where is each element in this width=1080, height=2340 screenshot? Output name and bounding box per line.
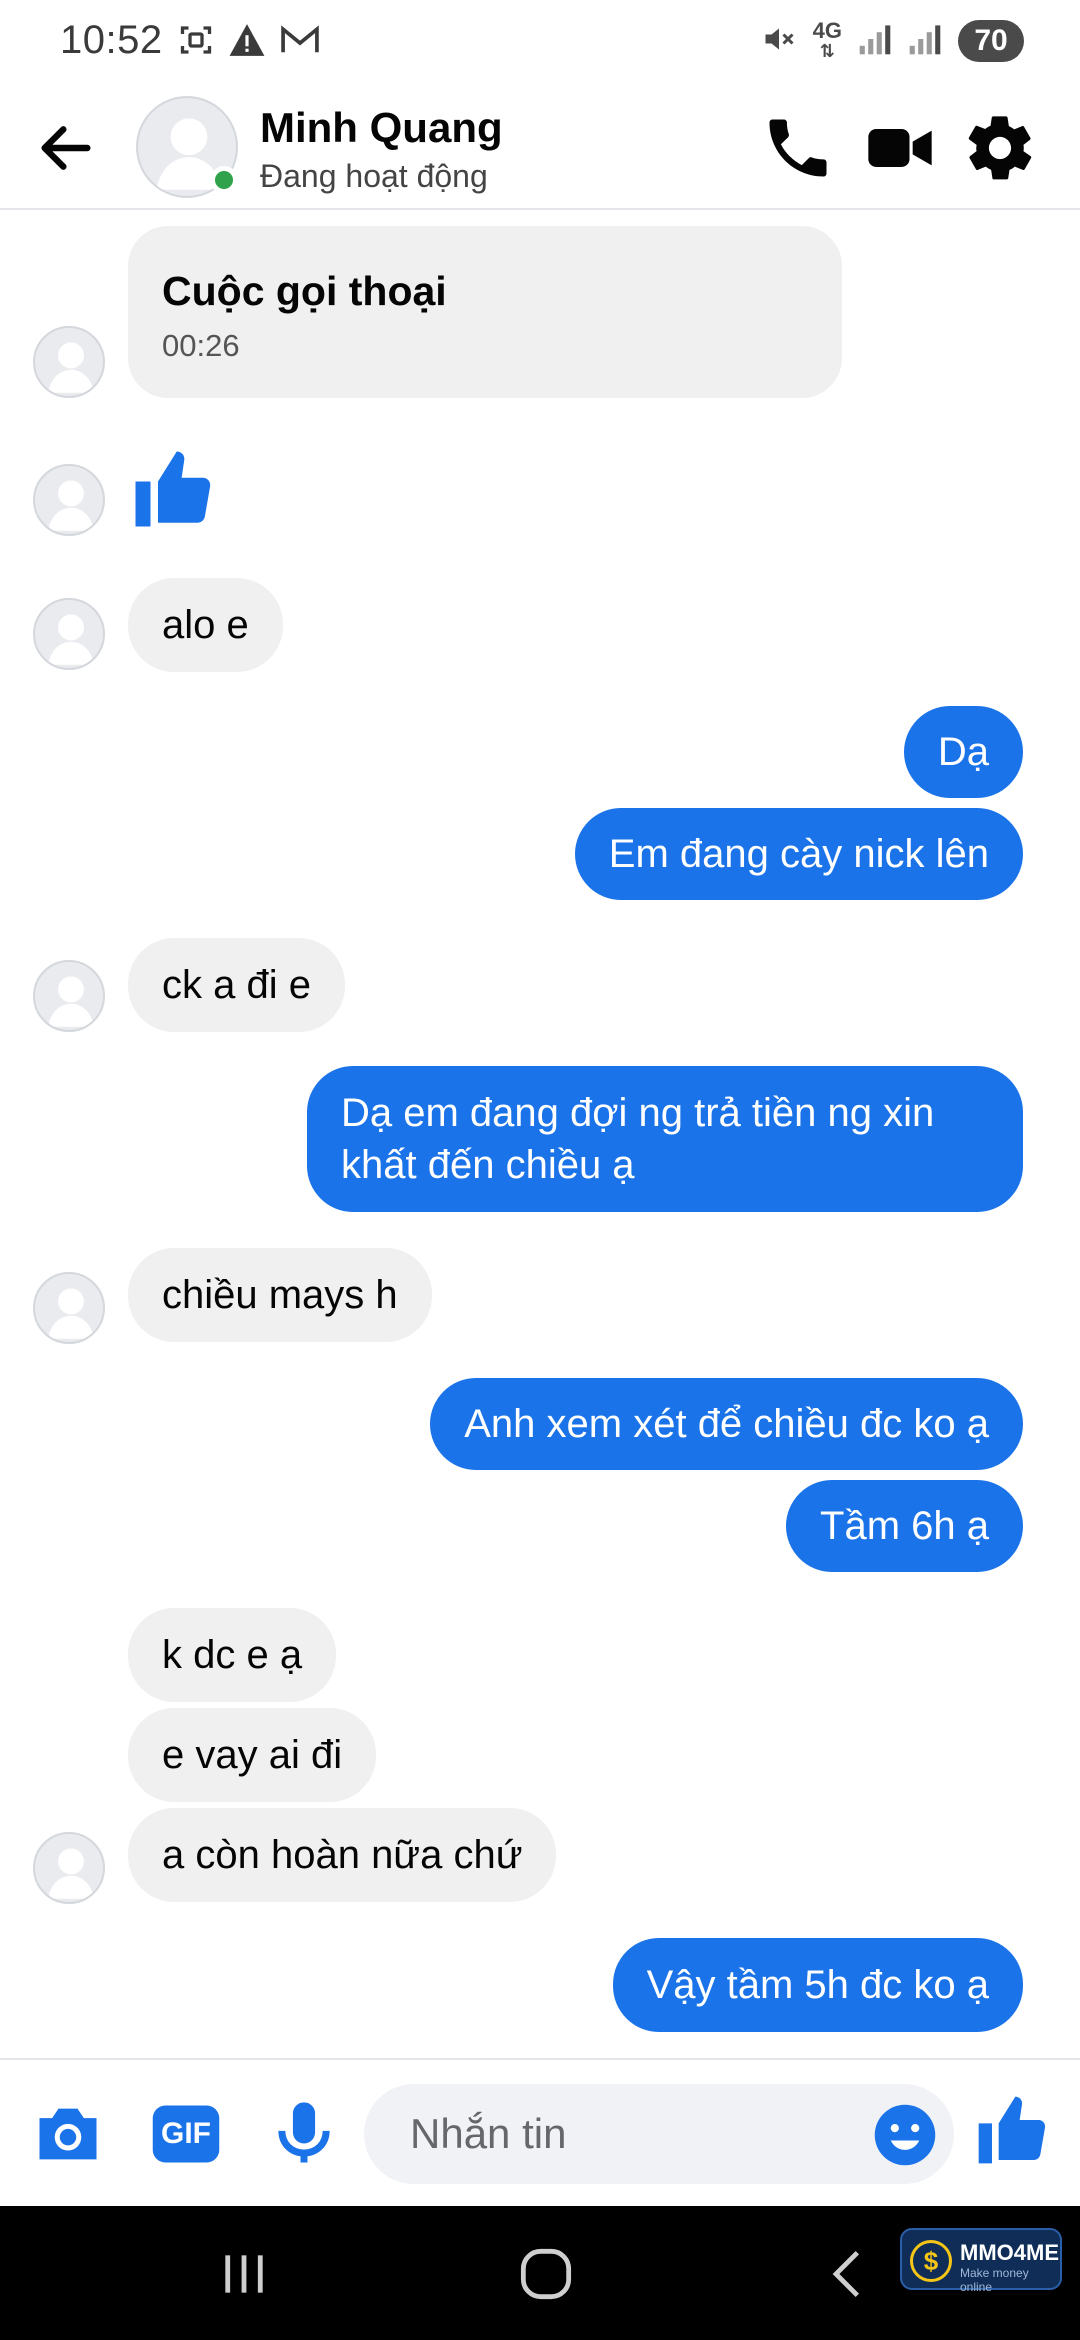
like-icon[interactable]: [128, 444, 218, 534]
data-arrows-icon: ⇅: [819, 41, 835, 61]
gif-icon[interactable]: GIF: [148, 2096, 224, 2172]
mute-icon: [761, 21, 797, 62]
contact-status: Đang hoạt động: [260, 158, 488, 194]
outgoing-message[interactable]: Dạ em đang đợi ng trả tiền ng xin khất đ…: [307, 1066, 1023, 1212]
avatar[interactable]: [33, 598, 105, 670]
message-input[interactable]: [364, 2084, 954, 2184]
chat-header: Minh Quang Đang hoạt động: [0, 86, 1080, 210]
outgoing-message[interactable]: Tầm 6h ạ: [786, 1480, 1023, 1572]
video-camera-icon[interactable]: [862, 110, 938, 186]
message-composer: GIF: [0, 2058, 1080, 2206]
signal-icon: [858, 22, 892, 61]
avatar[interactable]: [33, 1272, 105, 1344]
avatar[interactable]: [33, 960, 105, 1032]
avatar[interactable]: [33, 326, 105, 398]
coin-icon: $: [910, 2240, 952, 2282]
call-title: Cuộc gọi thoại: [162, 268, 447, 314]
incoming-message[interactable]: alo e: [128, 578, 283, 672]
gmail-icon: [280, 23, 320, 62]
avatar[interactable]: [33, 464, 105, 536]
watermark-title: MMO4ME: [960, 2240, 1059, 2265]
voice-call-card[interactable]: Cuộc gọi thoại 00:26: [128, 226, 842, 398]
online-indicator: [210, 166, 238, 194]
back-icon[interactable]: [816, 2242, 880, 2306]
outgoing-message[interactable]: Dạ: [903, 706, 1023, 798]
warning-icon: [228, 22, 266, 63]
call-duration: 00:26: [162, 328, 240, 363]
watermark-logo: $ MMO4ME Make money online: [900, 2228, 1062, 2294]
system-nav-bar: $ MMO4ME Make money online: [0, 2206, 1080, 2340]
incoming-message[interactable]: a còn hoàn nữa chứ: [128, 1808, 557, 1902]
incoming-message[interactable]: k dc e ạ: [128, 1608, 337, 1702]
network-4g-icon: 4G ⇅: [812, 18, 842, 62]
status-bar: 10:52 4G ⇅ 70: [0, 0, 1080, 86]
home-icon[interactable]: [514, 2242, 578, 2306]
network-type: 4G: [812, 18, 842, 43]
outgoing-message[interactable]: Em đang cày nick lên: [574, 808, 1023, 900]
incoming-message[interactable]: ck a đi e: [128, 938, 345, 1032]
contact-name[interactable]: Minh Quang: [260, 104, 503, 152]
watermark-subtitle: Make money online: [960, 2266, 1029, 2294]
recent-apps-icon[interactable]: [212, 2242, 276, 2306]
gear-icon[interactable]: [962, 110, 1038, 186]
gif-label: GIF: [161, 2117, 211, 2150]
status-time: 10:52: [60, 18, 163, 62]
screenshot-icon: [178, 22, 214, 63]
avatar[interactable]: [33, 1832, 105, 1904]
battery-indicator: 70: [958, 20, 1024, 62]
camera-icon[interactable]: [30, 2096, 106, 2172]
message-list[interactable]: Cuộc gọi thoại 00:26 alo e Dạ Em đang cà…: [0, 212, 1080, 2058]
microphone-icon[interactable]: [266, 2096, 342, 2172]
incoming-message[interactable]: e vay ai đi: [128, 1708, 377, 1802]
incoming-message[interactable]: chiều mays h: [128, 1248, 432, 1342]
outgoing-message[interactable]: Vậy tầm 5h đc ko ạ: [612, 1938, 1023, 2032]
emoji-icon[interactable]: [872, 2102, 938, 2168]
signal-icon: [908, 22, 942, 61]
phone-icon[interactable]: [760, 110, 836, 186]
outgoing-message[interactable]: Anh xem xét để chiều đc ko ạ: [430, 1378, 1023, 1470]
like-icon[interactable]: [972, 2090, 1048, 2166]
back-arrow-icon[interactable]: [34, 116, 98, 180]
